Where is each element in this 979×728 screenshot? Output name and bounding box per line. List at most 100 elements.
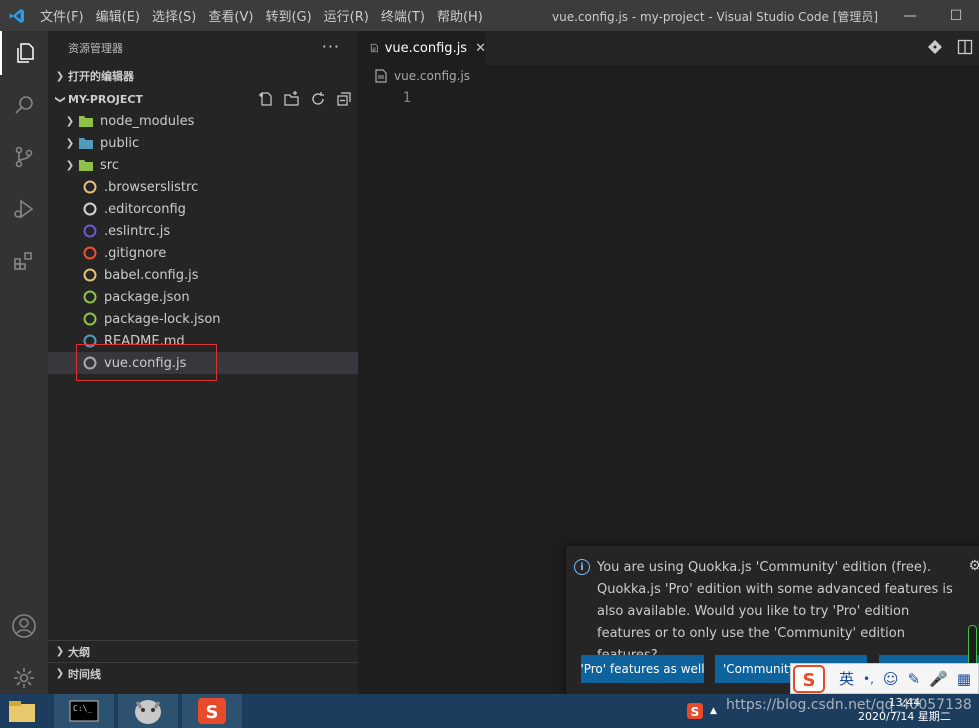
punctuation-icon[interactable]: •, [863, 672, 874, 686]
file-icon [82, 245, 98, 261]
file-item[interactable]: .eslintrc.js [48, 220, 358, 242]
menu-item[interactable]: 终端(T) [375, 6, 431, 25]
chevron-right-icon: ❯ [65, 159, 75, 171]
activity-bar [0, 31, 48, 694]
folder-icon [78, 113, 94, 129]
menu-item[interactable]: 查看(V) [202, 6, 259, 25]
emoji-icon[interactable]: ☺ [883, 670, 899, 688]
more-actions-icon[interactable]: ··· [322, 37, 340, 56]
settings-gear-icon[interactable]: ⚙ [968, 558, 979, 574]
windows-taskbar: C:\_ S S ▲ https://blog.csdn.net/qq_4005… [0, 694, 979, 728]
code-line[interactable]: 1 [358, 87, 979, 109]
refresh-icon[interactable] [310, 91, 326, 107]
tray-expand-icon[interactable]: ▲ [710, 706, 717, 716]
tab-label: vue.config.js [384, 40, 468, 56]
outline-label: 大纲 [68, 645, 90, 659]
tree-item-label: .eslintrc.js [104, 223, 171, 239]
ime-language[interactable]: 英 [839, 668, 854, 689]
folder-item[interactable]: ❯ node_modules [48, 110, 358, 132]
project-section[interactable]: ❯ MY-PROJECT [48, 88, 358, 110]
tab-vue-config[interactable]: vue.config.js ✕ [358, 31, 486, 65]
notification-message: You are using Quokka.js 'Community' edit… [597, 560, 953, 663]
minimize-button[interactable]: — [887, 0, 933, 31]
file-icon [82, 267, 98, 283]
open-editors-section[interactable]: ❯ 打开的编辑器 [48, 65, 358, 87]
file-item[interactable]: .editorconfig [48, 198, 358, 220]
menu-item[interactable]: 文件(F) [34, 6, 90, 25]
file-item[interactable]: .gitignore [48, 242, 358, 264]
file-item[interactable]: package.json [48, 286, 358, 308]
menu-item[interactable]: 选择(S) [146, 6, 202, 25]
chevron-down-icon: ❯ [54, 94, 66, 104]
extensions-icon[interactable] [0, 239, 48, 283]
tree-item-label: babel.config.js [104, 267, 199, 283]
source-control-icon[interactable] [0, 135, 48, 179]
vscode-logo-icon [0, 0, 34, 31]
tree-item-label: package.json [104, 289, 190, 305]
tree-item-label: .gitignore [104, 245, 167, 261]
menu-item[interactable]: 帮助(H) [431, 6, 489, 25]
start-explorer-icon[interactable] [0, 694, 44, 728]
tree-item-label: package-lock.json [104, 311, 221, 327]
chevron-right-icon: ❯ [65, 115, 75, 127]
timeline-section[interactable]: ❯ 时间线 [48, 662, 358, 684]
sogou-tray-icon[interactable]: S [686, 702, 704, 720]
explorer-title: 资源管理器 [68, 42, 123, 55]
menu-item[interactable]: 运行(R) [318, 6, 375, 25]
folder-item[interactable]: ❯ public [48, 132, 358, 154]
outline-section[interactable]: ❯ 大纲 [48, 640, 358, 662]
collapse-all-icon[interactable] [336, 91, 352, 107]
clock-date: 2020/7/14 星期二 [858, 710, 951, 723]
breadcrumb[interactable]: vue.config.js [358, 65, 979, 87]
folder-icon [78, 157, 94, 173]
folder-item[interactable]: ❯ src [48, 154, 358, 176]
pen-icon[interactable]: ✎ [908, 670, 921, 688]
file-item[interactable]: .browserslistrc [48, 176, 358, 198]
chevron-right-icon: ❯ [55, 70, 65, 82]
file-item[interactable]: package-lock.json [48, 308, 358, 330]
file-icon [82, 311, 98, 327]
new-file-icon[interactable] [258, 91, 274, 107]
git-compare-icon[interactable] [927, 39, 943, 55]
explorer-header: 资源管理器 ··· [48, 31, 358, 65]
grid-icon[interactable]: ▦ [957, 670, 971, 688]
svg-text:S: S [691, 705, 700, 719]
maximize-button[interactable]: ☐ [933, 0, 979, 31]
svg-text:S: S [206, 702, 219, 723]
project-label: MY-PROJECT [68, 92, 143, 106]
menu-bar: 文件(F) 编辑(E) 选择(S) 查看(V) 转到(G) 运行(R) 终端(T) 帮助(H) [34, 0, 489, 31]
chevron-right-icon: ❯ [55, 668, 65, 679]
menu-item[interactable]: 转到(G) [259, 6, 317, 25]
title-bar: 文件(F) 编辑(E) 选择(S) 查看(V) 转到(G) 运行(R) 终端(T) 帮助(H)… [0, 0, 979, 31]
close-icon[interactable]: ✕ [475, 41, 486, 56]
file-icon [82, 289, 98, 305]
new-folder-icon[interactable] [284, 91, 300, 107]
breadcrumb-label: vue.config.js [394, 69, 471, 83]
split-editor-icon[interactable] [957, 39, 973, 55]
tree-item-label: node_modules [100, 113, 195, 129]
cmd-taskbar-icon[interactable]: C:\_ [54, 694, 114, 728]
microphone-icon[interactable]: 🎤 [929, 670, 948, 688]
search-icon[interactable] [0, 83, 48, 127]
timeline-label: 时间线 [68, 667, 101, 681]
run-debug-icon[interactable] [0, 187, 48, 231]
folder-icon [78, 135, 94, 151]
file-icon [82, 201, 98, 217]
ime-toolbar: S 英 •, ☺ ✎ 🎤 ▦ [790, 663, 979, 694]
wolf-app-icon[interactable] [118, 694, 178, 728]
sogou-taskbar-icon[interactable]: S [182, 694, 242, 728]
pro-features-button[interactable]: 'Pro' features as well [581, 655, 704, 683]
file-item[interactable]: babel.config.js [48, 264, 358, 286]
highlight-box [76, 344, 217, 381]
clock[interactable]: 13:44 2020/7/14 星期二 [858, 696, 951, 724]
system-tray: S ▲ [686, 694, 717, 728]
file-icon [82, 179, 98, 195]
file-icon [375, 69, 387, 83]
editor-tabs: vue.config.js ✕ [358, 31, 979, 65]
tree-item-label: .editorconfig [104, 201, 186, 217]
menu-item[interactable]: 编辑(E) [90, 6, 146, 25]
chevron-right-icon: ❯ [65, 137, 75, 149]
sogou-logo-icon[interactable]: S [793, 664, 825, 693]
account-icon[interactable] [0, 604, 48, 648]
explorer-icon[interactable] [0, 31, 48, 75]
